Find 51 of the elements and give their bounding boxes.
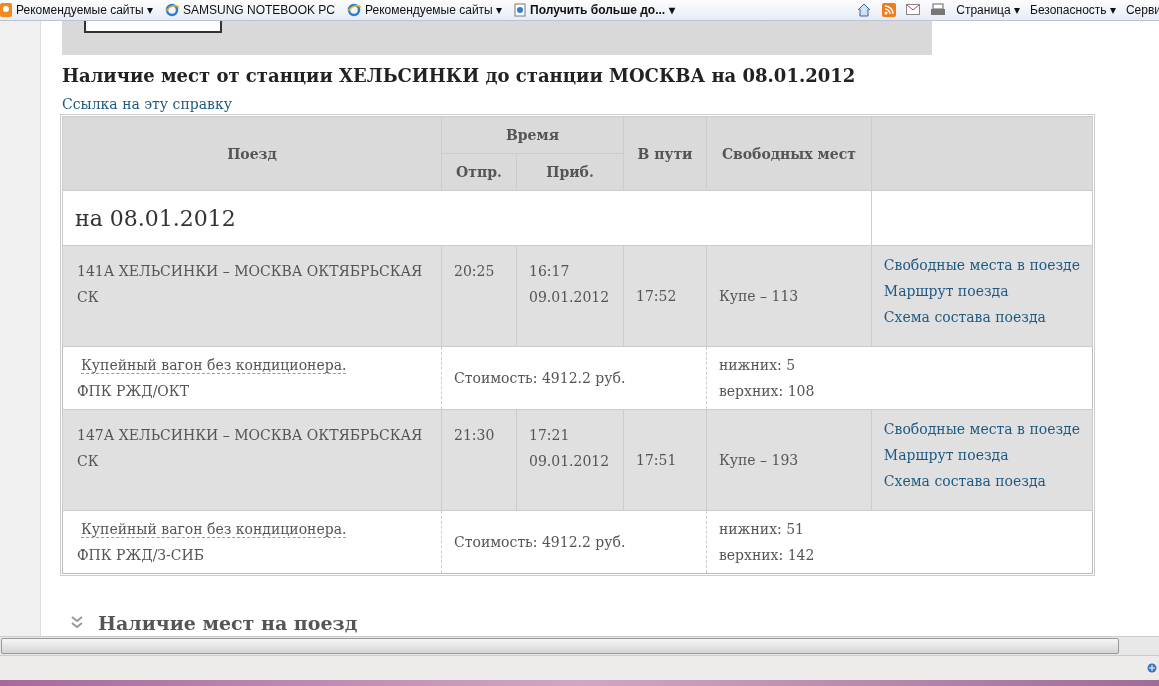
seat-count: нижних: 51 bbox=[718, 520, 806, 539]
column-header: Поезд bbox=[62, 116, 442, 191]
train-link[interactable]: Свободные места в поезде bbox=[883, 252, 1080, 278]
toolbar-menu[interactable]: Безопасность ▾ bbox=[1030, 3, 1116, 17]
train-link[interactable]: Свободные места в поезде bbox=[883, 416, 1080, 442]
table-cell: 17:52 bbox=[623, 245, 707, 347]
favorites-link[interactable]: SAMSUNG NOTEBOOK PC bbox=[165, 3, 336, 17]
page-icon bbox=[514, 3, 527, 17]
date-row: на 08.01.2012 bbox=[62, 190, 872, 246]
column-header: В пути bbox=[623, 116, 707, 191]
column-header: Свободных мест bbox=[706, 116, 872, 191]
table-cell: Купе – 113 bbox=[706, 245, 872, 347]
mail-icon[interactable] bbox=[906, 4, 921, 16]
favorites-link[interactable]: Рекомендуемые сайты ▾ bbox=[347, 3, 503, 17]
table-cell: 17:21 09.01.2012 bbox=[516, 409, 624, 511]
car-type: Купейный вагон без кондиционера. bbox=[81, 521, 347, 538]
printer-icon[interactable] bbox=[930, 3, 947, 17]
table-cell: 16:17 09.01.2012 bbox=[516, 245, 624, 347]
home-icon[interactable] bbox=[856, 3, 873, 17]
column-header: Приб. bbox=[516, 153, 624, 191]
column-header: Время bbox=[441, 116, 624, 154]
train-link[interactable]: Схема состава поезда bbox=[883, 468, 1080, 494]
table-cell: 17:51 bbox=[623, 409, 707, 511]
zoom-icon[interactable] bbox=[1147, 663, 1157, 673]
train-link[interactable]: Маршрут поезда bbox=[883, 442, 1080, 468]
table-cell: 141А ХЕЛЬСИНКИ – МОСКВА ОКТЯБРЬСКАЯ СК bbox=[62, 245, 442, 347]
carrier-text: ФПК РЖД/ОКТ bbox=[77, 382, 190, 401]
table-cell: 21:30 bbox=[441, 409, 517, 511]
bulb-icon bbox=[0, 3, 12, 17]
browser-icon bbox=[347, 3, 362, 17]
page-heading: Наличие мест от станции ХЕЛЬСИНКИ до станции МОСКВА на 08.01.2012 bbox=[62, 65, 857, 86]
table-cell: 20:25 bbox=[441, 245, 517, 347]
table-cell: Купе – 193 bbox=[706, 409, 872, 511]
feed-icon[interactable] bbox=[882, 3, 897, 17]
toolbar-menu[interactable]: Страница ▾ bbox=[956, 3, 1020, 17]
carrier-text: ФПК РЖД/З-СИБ bbox=[77, 546, 206, 565]
favorites-link[interactable]: Получить больше до... ▾ bbox=[514, 3, 675, 17]
reference-link[interactable]: Ссылка на эту справку bbox=[62, 96, 1159, 112]
favorites-link[interactable]: Рекомендуемые сайты ▾ bbox=[0, 3, 153, 17]
seat-count: верхних: 108 bbox=[718, 382, 816, 401]
browser-icon bbox=[165, 3, 179, 17]
seat-count: верхних: 142 bbox=[718, 546, 816, 565]
table-cell: 147А ХЕЛЬСИНКИ – МОСКВА ОКТЯБРЬСКАЯ СК bbox=[62, 409, 442, 511]
train-link[interactable]: Схема состава поезда bbox=[883, 304, 1080, 330]
section-heading: Наличие мест на поезд bbox=[98, 612, 358, 634]
seat-count: нижних: 5 bbox=[718, 356, 797, 375]
double-chevron-icon[interactable] bbox=[70, 615, 84, 631]
scrollbar-thumb[interactable] bbox=[1, 638, 1119, 654]
car-type: Купейный вагон без кондиционера. bbox=[81, 357, 347, 374]
train-link[interactable]: Маршрут поезда bbox=[883, 278, 1080, 304]
column-header: Отпр. bbox=[441, 153, 517, 191]
